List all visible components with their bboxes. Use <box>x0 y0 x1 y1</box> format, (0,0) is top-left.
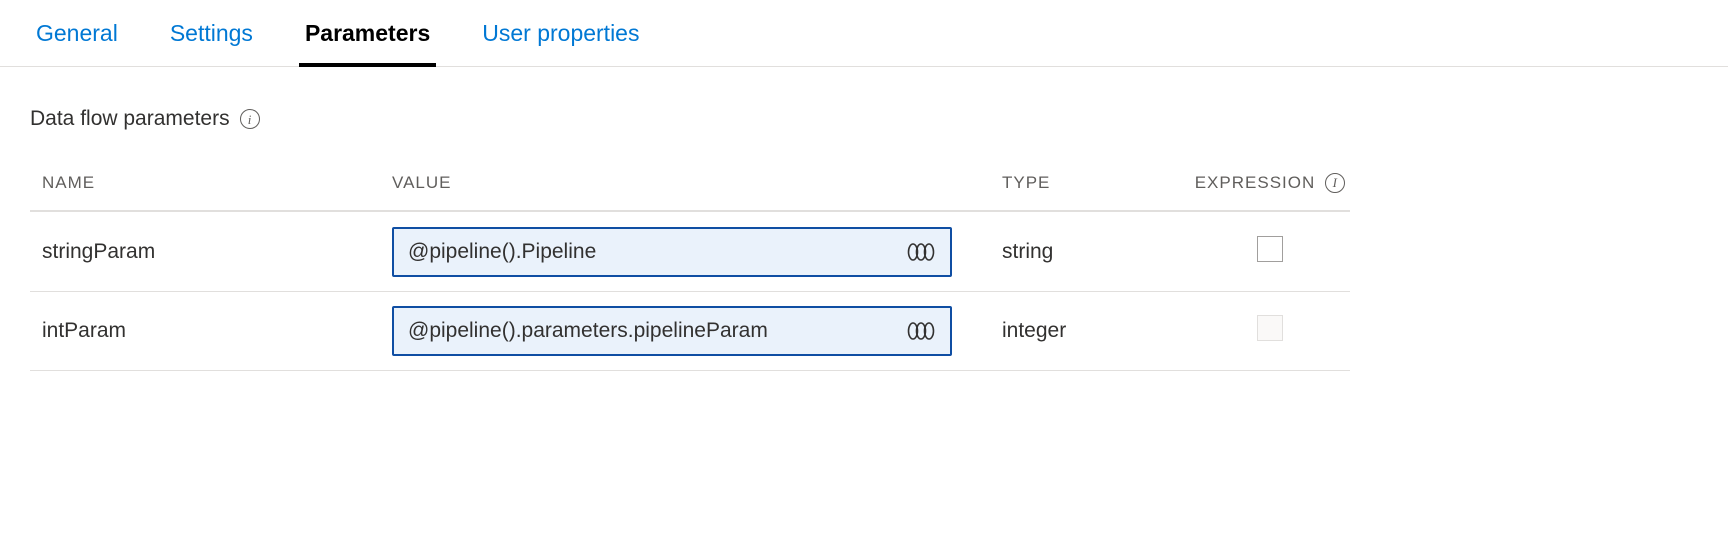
param-expression <box>1245 307 1295 355</box>
section-title-text: Data flow parameters <box>30 107 230 131</box>
table-header: NAME VALUE TYPE EXPRESSION i <box>30 155 1350 211</box>
tab-settings[interactable]: Settings <box>164 10 259 67</box>
info-icon[interactable]: i <box>240 109 260 129</box>
value-input[interactable]: @pipeline().Pipeline <box>392 227 952 277</box>
col-type: TYPE <box>990 165 1170 201</box>
tab-parameters[interactable]: Parameters <box>299 10 436 67</box>
param-name: intParam <box>30 311 380 351</box>
value-text: @pipeline().parameters.pipelineParam <box>408 319 768 343</box>
value-text: @pipeline().Pipeline <box>408 240 596 264</box>
param-type: integer <box>990 311 1170 351</box>
section-title: Data flow parameters i <box>30 107 260 131</box>
dynamic-content-icon[interactable] <box>906 321 936 341</box>
expression-checkbox <box>1257 315 1283 341</box>
value-input[interactable]: @pipeline().parameters.pipelineParam <box>392 306 952 356</box>
param-type: string <box>990 232 1170 272</box>
dynamic-content-icon[interactable] <box>906 242 936 262</box>
parameters-table: NAME VALUE TYPE EXPRESSION i stringParam… <box>30 155 1350 371</box>
table-row: stringParam @pipeline().Pipeline string <box>30 211 1350 291</box>
param-value-cell: @pipeline().Pipeline <box>380 219 990 285</box>
param-value-cell: @pipeline().parameters.pipelineParam <box>380 298 990 364</box>
col-expression-label: EXPRESSION <box>1195 173 1316 193</box>
info-icon[interactable]: i <box>1325 173 1345 193</box>
param-expression <box>1245 228 1295 276</box>
col-value: VALUE <box>380 165 990 201</box>
expression-checkbox[interactable] <box>1257 236 1283 262</box>
tab-general[interactable]: General <box>30 10 124 67</box>
param-name: stringParam <box>30 232 380 272</box>
col-name: NAME <box>30 165 380 201</box>
tab-user-properties[interactable]: User properties <box>476 10 645 67</box>
table-row: intParam @pipeline().parameters.pipeline… <box>30 291 1350 371</box>
tabs-bar: General Settings Parameters User propert… <box>0 0 1728 67</box>
col-expression: EXPRESSION i <box>1183 165 1358 201</box>
